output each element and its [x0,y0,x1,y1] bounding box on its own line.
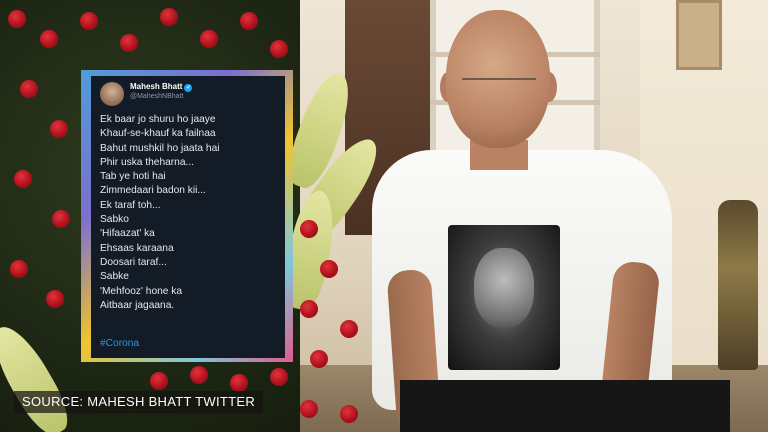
rose [190,366,208,384]
rose [300,400,318,418]
rose [270,368,288,386]
rose [20,80,38,98]
glasses [462,78,536,80]
rose [340,405,358,423]
poem-line: Doosari taraf... [100,256,167,268]
poem-line: Sabke [100,271,129,283]
hashtag-link[interactable]: #Corona [100,338,139,349]
poem-line: Ehsaas karaana [100,242,174,254]
poem-line: Aitbaar jagaana. [100,299,175,311]
rose [120,34,138,52]
rose [14,170,32,188]
poem-line: Sabko [100,214,129,226]
poem-line: Khauf-se-khauf ka failnaa [100,128,216,140]
rose [46,290,64,308]
rose [340,320,358,338]
poem-line: Bahut mushkil ho jaata hai [100,142,220,154]
rose [300,220,318,238]
statue-figurine [718,200,758,370]
poem-line: Phir uska theharna... [100,156,195,168]
author-handle: @MaheshNBhatt [130,93,184,100]
rose [8,10,26,28]
rose [150,372,168,390]
rose [52,210,70,228]
source-caption: SOURCE: MAHESH BHATT TWITTER [14,391,264,413]
rose [240,12,258,30]
rose [310,350,328,368]
rose [230,374,248,392]
portrait-face [474,248,534,328]
poem-line: 'Hifaazat' ka [100,228,155,240]
tweet-author: Mahesh Bhatt ✓ [130,82,193,92]
profile-avatar [100,82,124,106]
verified-badge-icon: ✓ [184,84,193,92]
tweet-text: Ek baar jo shuru ho jaaye Khauf-se-khauf… [100,113,280,313]
rose [300,300,318,318]
rose [160,8,178,26]
rose [200,30,218,48]
wall-niche [676,0,722,70]
poem-line: 'Mehfooz' hone ka [100,285,183,297]
poem-line: Ek taraf toh... [100,199,161,211]
rose [40,30,58,48]
poem-line: Tab ye hoti hai [100,171,166,183]
rose [10,260,28,278]
rose [320,260,338,278]
rose [270,40,288,58]
author-name: Mahesh Bhatt [130,82,183,91]
rose [50,120,68,138]
poem-line: Zimmedaari badon kii... [100,185,206,197]
poem-line: Ek baar jo shuru ho jaaye [100,114,216,125]
rose [80,12,98,30]
black-trousers [400,380,730,432]
